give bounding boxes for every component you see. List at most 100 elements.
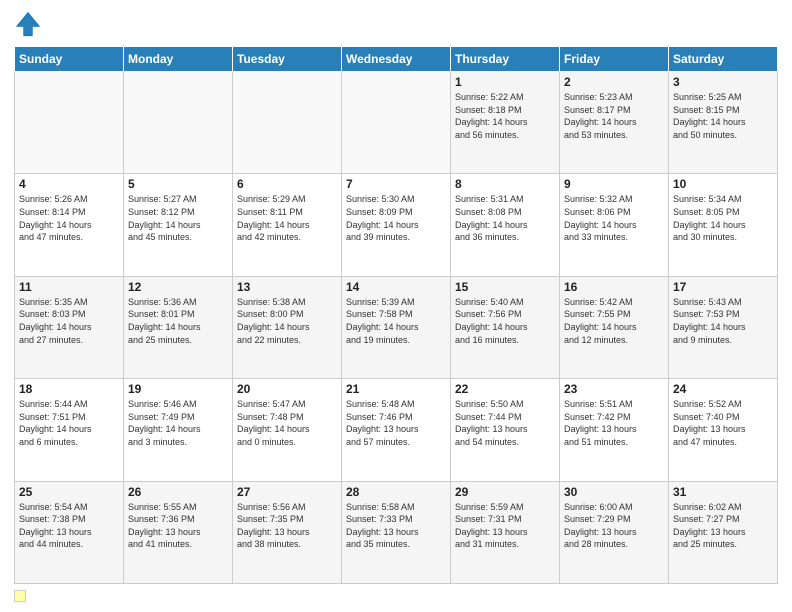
weekday-sunday: Sunday <box>15 47 124 72</box>
calendar-cell: 12 Sunrise: 5:36 AM Sunset: 8:01 PM Dayli… <box>124 276 233 378</box>
week-row-1: 4 Sunrise: 5:26 AM Sunset: 8:14 PM Daylig… <box>15 174 778 276</box>
day-number: 25 <box>19 485 119 499</box>
calendar-cell: 19 Sunrise: 5:46 AM Sunset: 7:49 PM Dayli… <box>124 379 233 481</box>
header <box>14 10 778 38</box>
day-info: Sunrise: 5:40 AM Sunset: 7:56 PM Dayligh… <box>455 296 555 346</box>
day-number: 2 <box>564 75 664 89</box>
day-info: Sunrise: 5:52 AM Sunset: 7:40 PM Dayligh… <box>673 398 773 448</box>
page: SundayMondayTuesdayWednesdayThursdayFrid… <box>0 0 792 612</box>
calendar-cell: 14Sunrise: 5:39 AM Sunset: 7:58 PM Dayli… <box>342 276 451 378</box>
calendar-cell: 15 Sunrise: 5:40 AM Sunset: 7:56 PM Dayli… <box>451 276 560 378</box>
day-info: Sunrise: 5:50 AM Sunset: 7:44 PM Dayligh… <box>455 398 555 448</box>
day-number: 5 <box>128 177 228 191</box>
day-info: Sunrise: 5:26 AM Sunset: 8:14 PM Dayligh… <box>19 193 119 243</box>
day-number: 4 <box>19 177 119 191</box>
day-info: Sunrise: 5:44 AM Sunset: 7:51 PM Dayligh… <box>19 398 119 448</box>
footer <box>14 590 778 602</box>
calendar-table: SundayMondayTuesdayWednesdayThursdayFrid… <box>14 46 778 584</box>
weekday-thursday: Thursday <box>451 47 560 72</box>
day-info: Sunrise: 5:36 AM Sunset: 8:01 PM Dayligh… <box>128 296 228 346</box>
calendar-cell: 5 Sunrise: 5:27 AM Sunset: 8:12 PM Daylig… <box>124 174 233 276</box>
day-info: Sunrise: 5:47 AM Sunset: 7:48 PM Dayligh… <box>237 398 337 448</box>
day-number: 8 <box>455 177 555 191</box>
day-info: Sunrise: 5:58 AM Sunset: 7:33 PM Dayligh… <box>346 501 446 551</box>
calendar-cell: 29 Sunrise: 5:59 AM Sunset: 7:31 PM Dayli… <box>451 481 560 583</box>
day-number: 10 <box>673 177 773 191</box>
weekday-tuesday: Tuesday <box>233 47 342 72</box>
week-row-0: 1 Sunrise: 5:22 AM Sunset: 8:18 PM Daylig… <box>15 72 778 174</box>
day-info: Sunrise: 6:02 AM Sunset: 7:27 PM Dayligh… <box>673 501 773 551</box>
calendar-cell: 28 Sunrise: 5:58 AM Sunset: 7:33 PM Dayli… <box>342 481 451 583</box>
calendar-cell <box>124 72 233 174</box>
day-info: Sunrise: 5:22 AM Sunset: 8:18 PM Dayligh… <box>455 91 555 141</box>
day-number: 1 <box>455 75 555 89</box>
day-info: Sunrise: 5:38 AM Sunset: 8:00 PM Dayligh… <box>237 296 337 346</box>
day-info: Sunrise: 5:59 AM Sunset: 7:31 PM Dayligh… <box>455 501 555 551</box>
weekday-friday: Friday <box>560 47 669 72</box>
logo <box>14 10 46 38</box>
day-number: 3 <box>673 75 773 89</box>
week-row-3: 18 Sunrise: 5:44 AM Sunset: 7:51 PM Dayli… <box>15 379 778 481</box>
day-number: 16 <box>564 280 664 294</box>
calendar-cell: 1 Sunrise: 5:22 AM Sunset: 8:18 PM Daylig… <box>451 72 560 174</box>
day-number: 22 <box>455 382 555 396</box>
day-number: 15 <box>455 280 555 294</box>
day-number: 17 <box>673 280 773 294</box>
calendar-cell: 18 Sunrise: 5:44 AM Sunset: 7:51 PM Dayli… <box>15 379 124 481</box>
day-number: 12 <box>128 280 228 294</box>
day-number: 28 <box>346 485 446 499</box>
day-info: Sunrise: 5:35 AM Sunset: 8:03 PM Dayligh… <box>19 296 119 346</box>
day-number: 18 <box>19 382 119 396</box>
day-number: 6 <box>237 177 337 191</box>
day-info: Sunrise: 5:55 AM Sunset: 7:36 PM Dayligh… <box>128 501 228 551</box>
calendar-cell: 7 Sunrise: 5:30 AM Sunset: 8:09 PM Daylig… <box>342 174 451 276</box>
calendar-cell: 10 Sunrise: 5:34 AM Sunset: 8:05 PM Dayli… <box>669 174 778 276</box>
day-info: Sunrise: 5:43 AM Sunset: 7:53 PM Dayligh… <box>673 296 773 346</box>
calendar-cell: 21 Sunrise: 5:48 AM Sunset: 7:46 PM Dayli… <box>342 379 451 481</box>
day-info: Sunrise: 5:51 AM Sunset: 7:42 PM Dayligh… <box>564 398 664 448</box>
day-info: Sunrise: 5:30 AM Sunset: 8:09 PM Dayligh… <box>346 193 446 243</box>
day-number: 9 <box>564 177 664 191</box>
calendar-cell: 8 Sunrise: 5:31 AM Sunset: 8:08 PM Daylig… <box>451 174 560 276</box>
calendar-cell: 2Sunrise: 5:23 AM Sunset: 8:17 PM Daylig… <box>560 72 669 174</box>
day-info: Sunrise: 5:56 AM Sunset: 7:35 PM Dayligh… <box>237 501 337 551</box>
day-number: 24 <box>673 382 773 396</box>
logo-icon <box>14 10 42 38</box>
calendar-cell: 11 Sunrise: 5:35 AM Sunset: 8:03 PM Dayli… <box>15 276 124 378</box>
day-number: 29 <box>455 485 555 499</box>
week-row-2: 11 Sunrise: 5:35 AM Sunset: 8:03 PM Dayli… <box>15 276 778 378</box>
day-info: Sunrise: 5:46 AM Sunset: 7:49 PM Dayligh… <box>128 398 228 448</box>
day-number: 11 <box>19 280 119 294</box>
day-info: Sunrise: 6:00 AM Sunset: 7:29 PM Dayligh… <box>564 501 664 551</box>
calendar-cell: 22 Sunrise: 5:50 AM Sunset: 7:44 PM Dayli… <box>451 379 560 481</box>
day-number: 26 <box>128 485 228 499</box>
day-number: 30 <box>564 485 664 499</box>
weekday-wednesday: Wednesday <box>342 47 451 72</box>
day-info: Sunrise: 5:48 AM Sunset: 7:46 PM Dayligh… <box>346 398 446 448</box>
day-number: 21 <box>346 382 446 396</box>
calendar-cell: 31 Sunrise: 6:02 AM Sunset: 7:27 PM Dayli… <box>669 481 778 583</box>
day-info: Sunrise: 5:27 AM Sunset: 8:12 PM Dayligh… <box>128 193 228 243</box>
day-number: 20 <box>237 382 337 396</box>
calendar-cell: 25Sunrise: 5:54 AM Sunset: 7:38 PM Dayli… <box>15 481 124 583</box>
calendar-cell <box>233 72 342 174</box>
weekday-monday: Monday <box>124 47 233 72</box>
calendar-cell: 17 Sunrise: 5:43 AM Sunset: 7:53 PM Dayli… <box>669 276 778 378</box>
day-number: 7 <box>346 177 446 191</box>
weekday-saturday: Saturday <box>669 47 778 72</box>
calendar-cell: 4 Sunrise: 5:26 AM Sunset: 8:14 PM Daylig… <box>15 174 124 276</box>
day-info: Sunrise: 5:42 AM Sunset: 7:55 PM Dayligh… <box>564 296 664 346</box>
day-info: Sunrise: 5:29 AM Sunset: 8:11 PM Dayligh… <box>237 193 337 243</box>
calendar-cell: 16 Sunrise: 5:42 AM Sunset: 7:55 PM Dayli… <box>560 276 669 378</box>
weekday-header-row: SundayMondayTuesdayWednesdayThursdayFrid… <box>15 47 778 72</box>
day-info: Sunrise: 5:34 AM Sunset: 8:05 PM Dayligh… <box>673 193 773 243</box>
day-number: 31 <box>673 485 773 499</box>
day-number: 27 <box>237 485 337 499</box>
day-info: Sunrise: 5:39 AM Sunset: 7:58 PM Dayligh… <box>346 296 446 346</box>
day-info: Sunrise: 5:32 AM Sunset: 8:06 PM Dayligh… <box>564 193 664 243</box>
calendar-cell <box>342 72 451 174</box>
calendar-cell: 3 Sunrise: 5:25 AM Sunset: 8:15 PM Daylig… <box>669 72 778 174</box>
day-info: Sunrise: 5:31 AM Sunset: 8:08 PM Dayligh… <box>455 193 555 243</box>
day-info: Sunrise: 5:25 AM Sunset: 8:15 PM Dayligh… <box>673 91 773 141</box>
day-number: 19 <box>128 382 228 396</box>
